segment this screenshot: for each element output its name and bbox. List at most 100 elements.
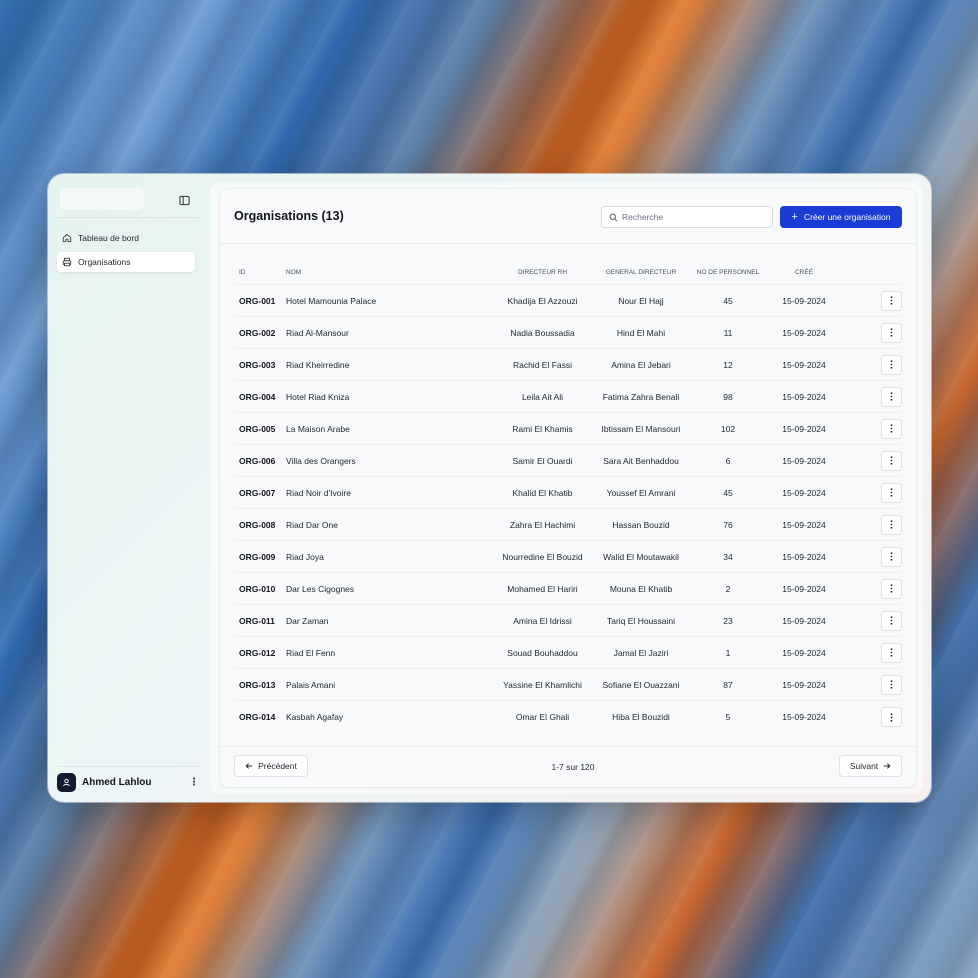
previous-page-label: Précédent <box>258 761 297 771</box>
cell-general-directeur: Hiba El Bouzidi <box>612 712 670 722</box>
column-header-general-directeur[interactable]: GENERAL DIRECTEUR <box>590 269 692 276</box>
cell-id: ORG-003 <box>239 359 276 370</box>
cell-actions <box>844 610 902 631</box>
cell-personnel: 76 <box>723 519 733 530</box>
cell-personnel: 45 <box>723 295 733 306</box>
row-actions-button[interactable] <box>881 450 902 471</box>
cell-cree: 15-09-2024 <box>782 423 826 434</box>
create-organisation-button[interactable]: + Créer une organisation <box>780 206 902 228</box>
row-actions-button[interactable] <box>881 386 902 407</box>
row-actions-button[interactable] <box>881 546 902 567</box>
row-actions-button[interactable] <box>881 514 902 535</box>
cell-directeur-rh: Leila Ait Ali <box>521 391 564 402</box>
cell-actions <box>844 386 902 407</box>
next-page-label: Suivant <box>849 761 879 771</box>
cell-cree: 15-09-2024 <box>782 295 826 306</box>
sidebar-item-label: Tableau de bord <box>78 233 139 243</box>
row-actions-button[interactable] <box>881 482 902 503</box>
column-header-directeur-rh[interactable]: DIRECTEUR RH <box>495 269 590 276</box>
row-actions-button[interactable] <box>881 578 902 599</box>
row-actions-button[interactable] <box>881 418 902 439</box>
cell-id: ORG-002 <box>239 327 276 338</box>
cell-actions <box>844 578 902 599</box>
organisations-table: ID NOM DIRECTEUR RH GENERAL DIRECTEUR NO… <box>234 261 902 733</box>
row-actions-button[interactable] <box>881 290 902 311</box>
more-vertical-icon <box>890 392 893 401</box>
cell-nom: Riad Kheirredine <box>286 359 350 370</box>
cell-personnel: 45 <box>723 487 733 498</box>
table-row[interactable]: ORG-007 Riad Noir d'Ivoire Khalid El Khati… <box>234 477 902 509</box>
more-vertical-icon <box>890 360 893 369</box>
table-row[interactable]: ORG-012 Riad El Fenn Souad Bouhaddou Jamal … <box>234 637 902 669</box>
table-row[interactable]: ORG-010 Dar Les Cigognes Mohamed El Hariri… <box>234 573 902 605</box>
cell-cree: 15-09-2024 <box>782 712 826 722</box>
cell-actions <box>844 482 902 503</box>
user-profile[interactable]: Ahmed Lahlou ⋮ <box>57 770 200 794</box>
cell-directeur-rh: Amina El Idrissi <box>513 615 572 626</box>
cell-directeur-rh: Zahra El Hachimi <box>509 519 576 530</box>
card-footer-divider <box>220 746 916 747</box>
cell-actions <box>844 514 902 535</box>
cell-general-directeur: Hassan Bouzid <box>612 519 670 530</box>
user-menu-icon[interactable]: ⋮ <box>188 774 200 790</box>
table-row[interactable]: ORG-011 Dar Zaman Amina El Idrissi Tariq El… <box>234 605 902 637</box>
table-row[interactable]: ORG-001 Hotel Mamounia Palace Khadija El A… <box>234 285 902 317</box>
cell-cree: 15-09-2024 <box>782 487 826 498</box>
sidebar-toggle-icon <box>178 195 190 205</box>
row-actions-button[interactable] <box>881 674 902 695</box>
cell-actions <box>844 642 902 663</box>
cell-general-directeur: Youssef El Amrani <box>606 487 676 498</box>
table-row[interactable]: ORG-009 Riad Joya Nourredine El Bouzid Wali… <box>234 541 902 573</box>
sidebar-item-organisations[interactable]: Organisations <box>57 252 195 272</box>
cell-actions <box>844 418 902 439</box>
search-input[interactable] <box>622 212 762 222</box>
row-actions-button[interactable] <box>881 610 902 631</box>
row-actions-button[interactable] <box>881 642 902 663</box>
column-header-nom[interactable]: NOM <box>286 269 495 276</box>
row-actions-button[interactable] <box>881 707 902 727</box>
cell-personnel: 5 <box>725 712 731 722</box>
cell-directeur-rh: Rami El Khamis <box>512 423 573 434</box>
column-header-cree[interactable]: CRÉÉ <box>764 269 844 276</box>
cell-directeur-rh: Samir El Ouardi <box>512 455 573 466</box>
cell-general-directeur: Nour El Hajj <box>618 295 664 306</box>
more-vertical-icon <box>890 552 893 561</box>
cell-id: ORG-005 <box>239 423 276 434</box>
table-row[interactable]: ORG-006 Villa des Orangers Samir El Ouardi… <box>234 445 902 477</box>
search-box[interactable] <box>601 206 773 228</box>
table-row[interactable]: ORG-005 La Maison Arabe Rami El Khamis Ibti… <box>234 413 902 445</box>
cell-cree: 15-09-2024 <box>782 359 826 370</box>
more-vertical-icon <box>890 424 893 433</box>
column-header-personnel[interactable]: NO DE PERSONNEL <box>692 269 764 276</box>
row-actions-button[interactable] <box>881 322 902 343</box>
next-page-button[interactable]: Suivant <box>839 755 902 777</box>
sidebar-item-dashboard[interactable]: Tableau de bord <box>57 228 195 248</box>
table-row[interactable]: ORG-003 Riad Kheirredine Rachid El Fassi Am… <box>234 349 902 381</box>
cell-cree: 15-09-2024 <box>782 519 826 530</box>
column-header-id[interactable]: ID <box>234 269 286 276</box>
cell-id: ORG-008 <box>239 519 276 530</box>
cell-general-directeur: Sofiane El Ouazzani <box>602 679 680 690</box>
more-vertical-icon <box>890 616 893 625</box>
cell-id: ORG-014 <box>239 712 276 722</box>
row-actions-button[interactable] <box>881 354 902 375</box>
table-row[interactable]: ORG-002 Riad Al-Mansour Nadia Boussadia Hin… <box>234 317 902 349</box>
table-row[interactable]: ORG-013 Palais Amani Yassine El Khamlichi S… <box>234 669 902 701</box>
cell-general-directeur: Walid El Moutawakil <box>603 551 679 562</box>
pagination-info: 1-7 sur 120 <box>551 762 595 772</box>
cell-directeur-rh: Rachid El Fassi <box>512 359 573 370</box>
cell-nom: Dar Les Cigognes <box>286 583 355 594</box>
cell-personnel: 98 <box>723 391 733 402</box>
cell-general-directeur: Ibtissam El Mansouri <box>601 423 681 434</box>
sidebar-toggle-button[interactable] <box>174 190 194 210</box>
cell-actions <box>844 322 902 343</box>
previous-page-button[interactable]: Précédent <box>234 755 308 777</box>
cell-directeur-rh: Khalid El Khatib <box>512 487 573 498</box>
cell-directeur-rh: Yassine El Khamlichi <box>503 679 582 690</box>
cell-nom: Kasbah Agafay <box>286 712 344 722</box>
table-row[interactable]: ORG-004 Hotel Riad Kniza Leila Ait Ali Fati… <box>234 381 902 413</box>
table-row[interactable]: ORG-008 Riad Dar One Zahra El Hachimi Hassa… <box>234 509 902 541</box>
arrow-right-icon <box>883 763 891 769</box>
cell-general-directeur: Tariq El Houssaini <box>606 615 676 626</box>
table-row[interactable]: ORG-014 Kasbah Agafay Omar El Ghali Hiba El… <box>234 701 902 733</box>
